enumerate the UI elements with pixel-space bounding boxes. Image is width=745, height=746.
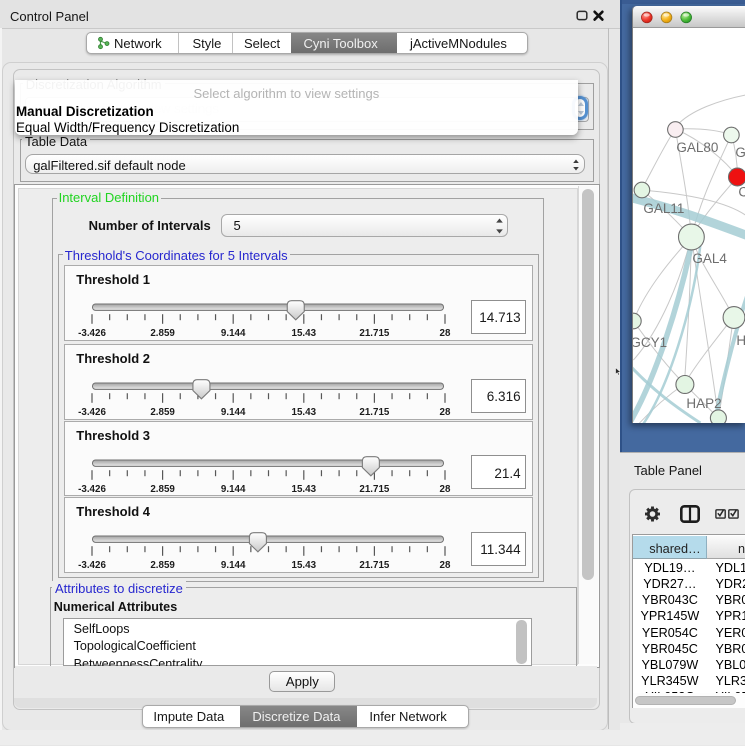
svg-text:28: 28 bbox=[439, 484, 450, 495]
svg-text:21.715: 21.715 bbox=[359, 560, 390, 571]
svg-text:15.43: 15.43 bbox=[291, 560, 316, 571]
svg-text:9.144: 9.144 bbox=[220, 560, 245, 571]
svg-text:H: H bbox=[736, 333, 745, 348]
svg-text:GCY1: GCY1 bbox=[633, 335, 667, 350]
svg-text:2.859: 2.859 bbox=[150, 484, 175, 495]
svg-text:21.715: 21.715 bbox=[359, 407, 390, 418]
svg-text:GAL4: GAL4 bbox=[692, 251, 727, 266]
svg-text:28: 28 bbox=[439, 407, 450, 418]
svg-text:2.859: 2.859 bbox=[150, 560, 175, 571]
svg-text:15.43: 15.43 bbox=[291, 407, 316, 418]
svg-text:15.43: 15.43 bbox=[291, 328, 316, 339]
svg-text:2.859: 2.859 bbox=[150, 328, 175, 339]
svg-text:-3.426: -3.426 bbox=[78, 407, 106, 418]
svg-text:28: 28 bbox=[439, 560, 450, 571]
svg-text:GAL80: GAL80 bbox=[676, 140, 718, 155]
svg-text:21.715: 21.715 bbox=[359, 328, 390, 339]
svg-text:GAL11: GAL11 bbox=[643, 201, 684, 216]
svg-text:-3.426: -3.426 bbox=[78, 560, 106, 571]
svg-text:9.144: 9.144 bbox=[220, 484, 245, 495]
svg-text:-3.426: -3.426 bbox=[78, 328, 106, 339]
svg-text:-3.426: -3.426 bbox=[78, 484, 106, 495]
svg-text:21.715: 21.715 bbox=[359, 484, 390, 495]
svg-text:2.859: 2.859 bbox=[150, 407, 175, 418]
svg-text:15.43: 15.43 bbox=[291, 484, 316, 495]
svg-text:28: 28 bbox=[439, 328, 450, 339]
svg-text:CY: CY bbox=[738, 185, 745, 200]
svg-text:HAP2: HAP2 bbox=[686, 396, 721, 411]
svg-text:9.144: 9.144 bbox=[220, 407, 245, 418]
svg-text:9.144: 9.144 bbox=[220, 328, 245, 339]
svg-text:GAL: GAL bbox=[735, 145, 745, 160]
